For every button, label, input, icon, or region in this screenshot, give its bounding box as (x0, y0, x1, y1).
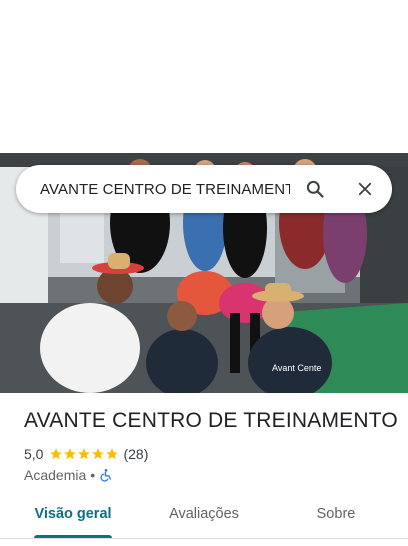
category-row: Academia • (24, 466, 113, 484)
wheelchair-icon (99, 468, 113, 482)
tab-reviews[interactable]: Avaliações (154, 498, 254, 534)
separator: • (90, 467, 96, 483)
rating-stars (49, 447, 119, 461)
star-icon (64, 448, 77, 460)
shirt-logo-text: Avant Cente (272, 363, 321, 373)
tab-about[interactable]: Sobre (298, 498, 374, 534)
place-tabs: Visão geral Avaliações Sobre (0, 498, 408, 546)
tab-overview[interactable]: Visão geral (24, 498, 122, 534)
rating-value: 5,0 (24, 446, 44, 462)
search-bar[interactable]: AVANTE CENTRO DE TREINAMENTO (16, 165, 392, 213)
tab-divider (0, 538, 408, 539)
search-icon[interactable] (303, 177, 327, 201)
place-title: AVANTE CENTRO DE TREINAMENTO (24, 409, 398, 432)
close-icon[interactable] (353, 177, 377, 201)
review-count[interactable]: (28) (123, 446, 148, 462)
star-icon (50, 448, 63, 460)
star-icon (92, 448, 105, 460)
place-category: Academia (24, 467, 87, 483)
search-input[interactable]: AVANTE CENTRO DE TREINAMENTO (40, 181, 290, 198)
star-icon (106, 448, 119, 460)
rating-row[interactable]: 5,0 (28) (24, 445, 148, 463)
star-icon (78, 448, 91, 460)
